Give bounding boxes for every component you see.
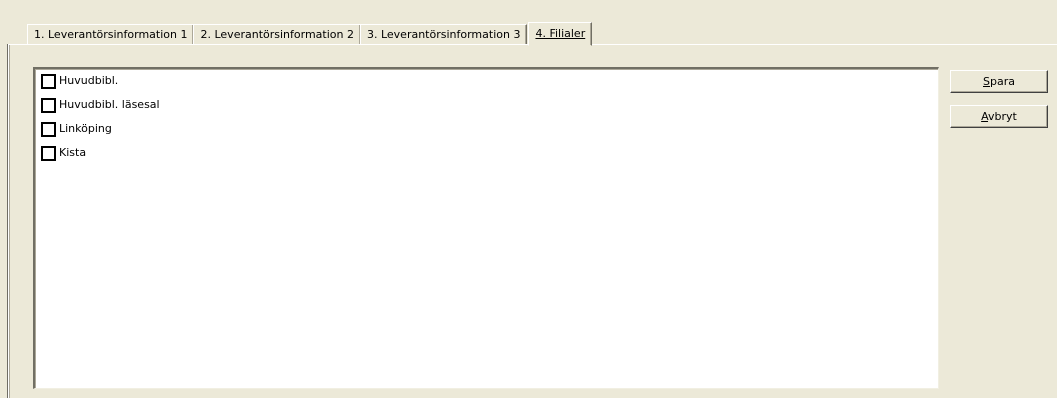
save-accelerator: S — [983, 74, 990, 88]
branch-item[interactable]: Huvudbibl. läsesal — [41, 97, 160, 113]
supplier-dialog: 1. Leverantörsinformation 1 2. Leverantö… — [0, 0, 1057, 398]
branch-item[interactable]: Linköping — [41, 121, 112, 137]
tab-label: 2. Leverantörsinformation 2 — [200, 28, 354, 41]
cancel-accelerator: A — [981, 109, 989, 123]
tab-strip: 1. Leverantörsinformation 1 2. Leverantö… — [27, 22, 593, 46]
branch-checklist[interactable]: Huvudbibl. Huvudbibl. läsesal Linköping … — [33, 67, 939, 389]
branch-label: Huvudbibl. — [59, 74, 119, 87]
cancel-label-rest: vbryt — [988, 109, 1017, 123]
tab-supplier-info-2[interactable]: 2. Leverantörsinformation 2 — [193, 24, 361, 45]
branch-item[interactable]: Kista — [41, 145, 86, 161]
branch-checkbox[interactable] — [41, 121, 56, 137]
branch-checkbox[interactable] — [41, 97, 56, 113]
tab-label: 3. Leverantörsinformation 3 — [366, 28, 521, 41]
tab-label: 1. Leverantörsinformation 1 — [34, 28, 188, 41]
cancel-button[interactable]: Avbryt — [950, 105, 1048, 128]
branch-checkbox[interactable] — [41, 145, 56, 161]
tab-supplier-info-1[interactable]: 1. Leverantörsinformation 1 — [27, 24, 195, 45]
tab-supplier-info-3[interactable]: 3. Leverantörsinformation 3 — [359, 24, 528, 45]
save-label-rest: para — [989, 74, 1015, 88]
branch-checkbox[interactable] — [41, 73, 56, 89]
branch-label: Kista — [59, 146, 87, 159]
branch-item[interactable]: Huvudbibl. — [41, 73, 118, 89]
branch-label: Huvudbibl. läsesal — [59, 98, 160, 111]
tab-branches[interactable]: 4. Filialer — [528, 22, 593, 46]
save-button[interactable]: Spara — [950, 70, 1048, 93]
branch-label: Linköping — [59, 122, 112, 135]
tab-label: 4. Filialer — [535, 27, 586, 40]
